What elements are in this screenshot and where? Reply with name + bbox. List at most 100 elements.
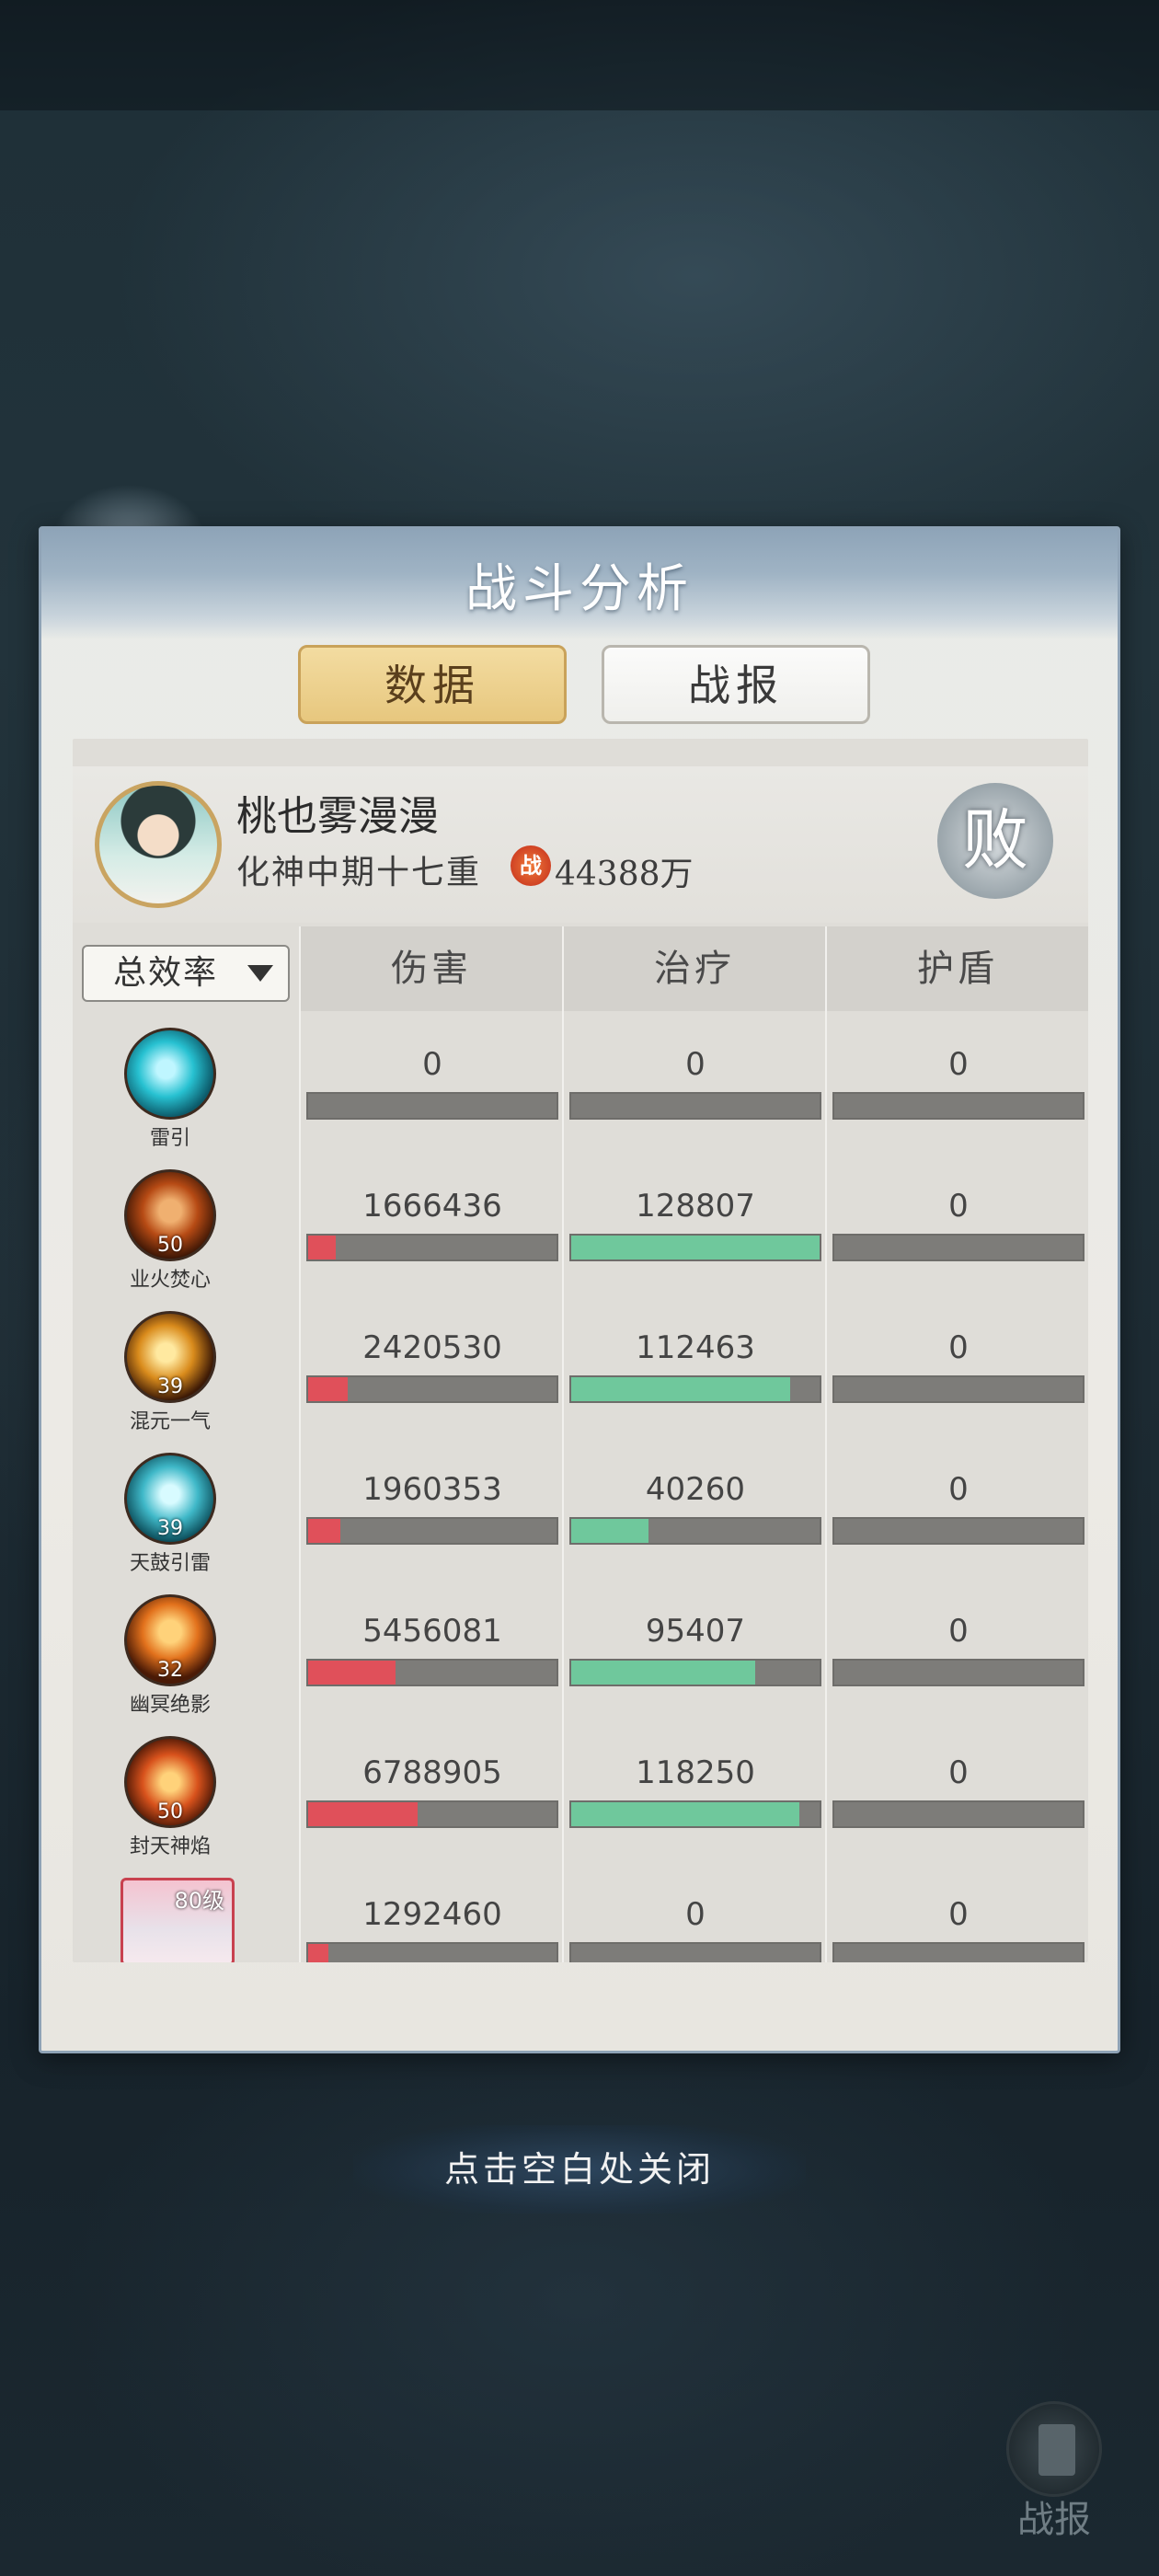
heal-bar xyxy=(569,1092,821,1120)
player-realm: 化神中期十七重 xyxy=(236,854,482,891)
tab-report[interactable]: 战报 xyxy=(602,645,870,724)
heal-value: 128807 xyxy=(636,1188,755,1225)
golden-qi-icon[interactable]: 39 xyxy=(124,1311,216,1403)
shield-value: 0 xyxy=(948,1188,969,1225)
damage-value: 1666436 xyxy=(362,1188,502,1225)
skill-row: 雷引 0 0 0 xyxy=(73,1018,1088,1160)
avatar xyxy=(95,781,222,908)
combat-power: 44388万 xyxy=(555,856,694,893)
fire-heart-icon[interactable]: 50 xyxy=(124,1169,216,1261)
shield-bar xyxy=(832,1942,1084,1962)
battle-report-button[interactable]: 战报 xyxy=(999,2401,1109,2541)
damage-bar xyxy=(306,1517,558,1545)
shield-value: 0 xyxy=(948,1754,969,1791)
skill-level: 32 xyxy=(157,1659,183,1682)
battle-analysis-panel: 战斗分析 数据 战报 桃也雾漫漫 化神中期十七重 战 44388万 败 总效率 … xyxy=(39,526,1120,2053)
skill-name: 天鼓引雷 xyxy=(129,1552,211,1575)
heal-value: 40260 xyxy=(645,1471,746,1508)
top-band xyxy=(0,0,1159,110)
damage-bar xyxy=(306,1800,558,1828)
tab-data[interactable]: 数据 xyxy=(298,645,567,724)
heal-value: 118250 xyxy=(636,1754,755,1791)
skill-name: 业火焚心 xyxy=(129,1269,211,1292)
skill-row: 39 天鼓引雷 1960353 40260 0 xyxy=(73,1443,1088,1585)
damage-value: 1292460 xyxy=(362,1896,502,1933)
shield-bar xyxy=(832,1234,1084,1261)
damage-bar xyxy=(306,1659,558,1686)
shield-value: 0 xyxy=(948,1896,969,1933)
damage-value: 2420530 xyxy=(362,1329,502,1366)
stats-content[interactable]: 桃也雾漫漫 化神中期十七重 战 44388万 败 总效率 伤害 治疗 护盾 雷引… xyxy=(73,739,1088,1962)
shield-value: 0 xyxy=(948,1046,969,1083)
heal-bar-fill xyxy=(571,1377,790,1401)
heal-bar xyxy=(569,1234,821,1261)
skill-level: 80级 xyxy=(174,1888,224,1914)
skill-name: 混元一气 xyxy=(129,1410,211,1433)
skill-row: 50 封天神焰 6788905 118250 0 xyxy=(73,1727,1088,1869)
skill-name: 封天神焰 xyxy=(129,1835,211,1858)
pet-portrait-icon[interactable]: 80级 xyxy=(120,1878,235,1962)
divine-flame-icon[interactable]: 50 xyxy=(124,1736,216,1828)
column-shield: 护盾 xyxy=(827,926,1088,1011)
skill-level: 39 xyxy=(157,1375,183,1398)
chevron-down-icon xyxy=(247,965,273,982)
skill-level: 39 xyxy=(157,1517,183,1540)
heal-value: 112463 xyxy=(636,1329,755,1366)
damage-bar xyxy=(306,1942,558,1962)
shield-bar xyxy=(832,1659,1084,1686)
damage-value: 6788905 xyxy=(362,1754,502,1791)
skill-row: 80级 1292460 0 0 xyxy=(73,1869,1088,1962)
heal-bar xyxy=(569,1517,821,1545)
heal-bar-fill xyxy=(571,1802,800,1826)
damage-value: 5456081 xyxy=(362,1613,502,1650)
panel-title: 战斗分析 xyxy=(465,559,694,619)
shadow-blade-icon[interactable]: 32 xyxy=(124,1594,216,1686)
damage-value: 0 xyxy=(422,1046,442,1083)
column-damage: 伤害 xyxy=(301,926,562,1011)
column-header-row: 总效率 伤害 治疗 护盾 xyxy=(73,926,1088,1011)
damage-bar-fill xyxy=(308,1519,341,1543)
heal-bar-fill xyxy=(571,1661,755,1685)
damage-bar xyxy=(306,1092,558,1120)
heal-bar xyxy=(569,1659,821,1686)
damage-bar xyxy=(306,1234,558,1261)
shield-bar xyxy=(832,1800,1084,1828)
shield-bar xyxy=(832,1092,1084,1120)
skill-row: 32 幽冥绝影 5456081 95407 0 xyxy=(73,1585,1088,1727)
damage-bar-fill xyxy=(308,1661,396,1685)
column-heal: 治疗 xyxy=(564,926,825,1011)
sort-dropdown[interactable]: 总效率 xyxy=(82,945,290,1002)
player-card: 桃也雾漫漫 化神中期十七重 战 44388万 败 xyxy=(73,766,1088,923)
skill-row: 39 混元一气 2420530 112463 0 xyxy=(73,1302,1088,1443)
damage-bar-fill xyxy=(308,1802,418,1826)
scroll-icon xyxy=(1006,2401,1102,2497)
skill-level: 50 xyxy=(157,1800,183,1823)
shield-value: 0 xyxy=(948,1613,969,1650)
skill-name: 幽冥绝影 xyxy=(129,1694,211,1717)
damage-bar xyxy=(306,1375,558,1403)
damage-bar-fill xyxy=(308,1236,336,1259)
player-name: 桃也雾漫漫 xyxy=(236,793,439,840)
sort-selected: 总效率 xyxy=(113,954,219,992)
damage-bar-fill xyxy=(308,1944,328,1962)
thunder-drum-icon[interactable]: 39 xyxy=(124,1453,216,1545)
skill-row: 50 业火焚心 1666436 128807 0 xyxy=(73,1160,1088,1302)
battle-report-label: 战报 xyxy=(1017,2499,1091,2541)
lightning-orb-icon[interactable] xyxy=(124,1028,216,1120)
damage-bar-fill xyxy=(308,1377,349,1401)
heal-bar xyxy=(569,1942,821,1962)
skill-name: 雷引 xyxy=(149,1127,190,1150)
heal-value: 0 xyxy=(685,1046,706,1083)
damage-value: 1960353 xyxy=(362,1471,502,1508)
shield-bar xyxy=(832,1375,1084,1403)
combat-power-icon: 战 xyxy=(511,845,551,886)
heal-value: 95407 xyxy=(645,1613,746,1650)
skill-level: 50 xyxy=(157,1234,183,1257)
heal-value: 0 xyxy=(685,1896,706,1933)
shield-value: 0 xyxy=(948,1471,969,1508)
heal-bar xyxy=(569,1375,821,1403)
defeat-badge: 败 xyxy=(937,783,1053,899)
close-hint[interactable]: 点击空白处关闭 xyxy=(353,2125,806,2214)
heal-bar-fill xyxy=(571,1519,648,1543)
heal-bar xyxy=(569,1800,821,1828)
